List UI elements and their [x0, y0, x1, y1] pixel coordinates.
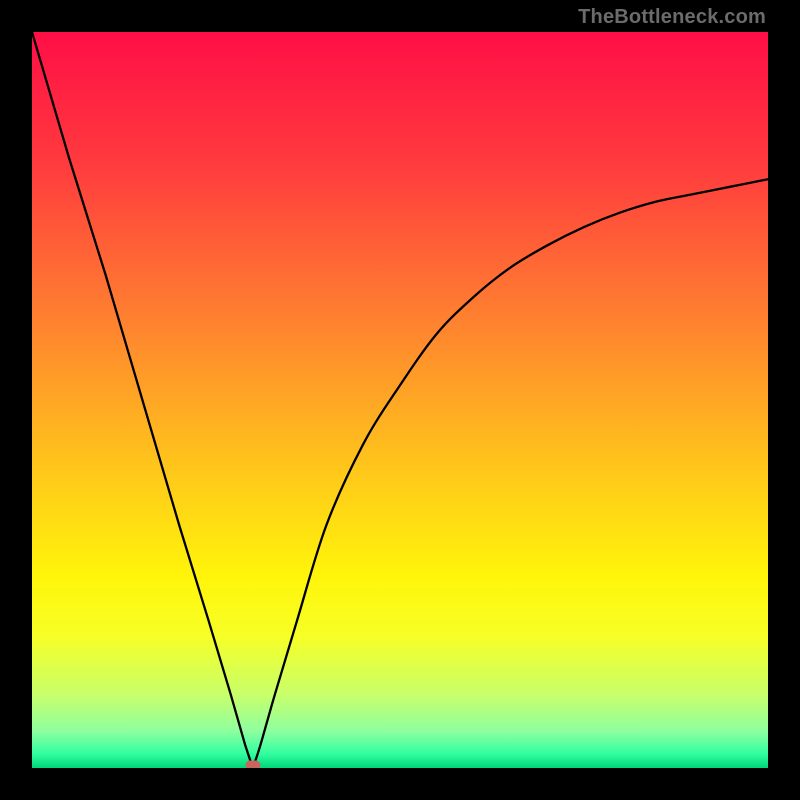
- plot-area: [32, 32, 768, 768]
- watermark-text: TheBottleneck.com: [578, 6, 766, 29]
- chart-frame: TheBottleneck.com: [0, 0, 800, 800]
- optimum-marker: [245, 761, 260, 769]
- bottleneck-curve: [32, 32, 768, 768]
